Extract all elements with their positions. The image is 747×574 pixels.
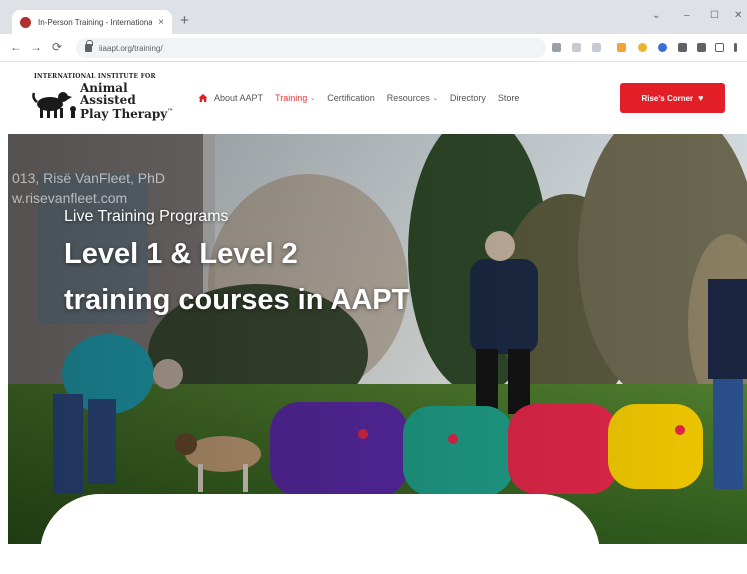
- nav-label: Directory: [449, 93, 486, 103]
- nav-item-resources[interactable]: Resources ⌄: [387, 93, 438, 103]
- hero-eyebrow: Live Training Programs: [64, 208, 229, 225]
- photo-watermark: 013, Risë VanFleet, PhD: [12, 170, 166, 186]
- url-text[interactable]: iiaapt.org/training/: [99, 44, 163, 53]
- browser-tab[interactable]: In-Person Training - International Insti…: [12, 10, 172, 34]
- close-window-button[interactable]: ✕: [734, 10, 742, 21]
- side-panel-icon[interactable]: [715, 43, 724, 52]
- nav-item-training[interactable]: Training ⌄: [275, 93, 315, 103]
- cta-label: Rise's Corner: [641, 93, 694, 103]
- rises-corner-button[interactable]: Rise's Corner ♥: [620, 83, 725, 113]
- chevron-down-icon: ⌄: [310, 95, 316, 102]
- tab-close-icon[interactable]: ×: [158, 17, 164, 28]
- site-logo[interactable]: INTERNATIONAL INSTITUTE FOR Animal Assis…: [28, 70, 188, 126]
- browser-toolbar: ← → ⟳ iiaapt.org/training/: [0, 34, 747, 62]
- extension-icon[interactable]: [638, 43, 647, 52]
- extensions-puzzle-icon[interactable]: [697, 43, 706, 52]
- nav-item-certification[interactable]: Certification: [327, 93, 375, 103]
- new-tab-button[interactable]: +: [180, 13, 189, 28]
- favicon-icon: [20, 16, 31, 28]
- tab-search-icon[interactable]: ⌄: [652, 10, 660, 21]
- key-icon[interactable]: [572, 43, 581, 52]
- nav-label: Certification: [327, 93, 375, 103]
- photo-watermark: w.risevanfleet.com: [12, 190, 128, 206]
- heart-icon: ♥: [698, 93, 704, 103]
- logo-text-assisted: Assisted: [80, 93, 136, 107]
- reload-button[interactable]: ⟳: [52, 40, 62, 54]
- nav-label: Training: [275, 93, 308, 103]
- browser-tabstrip: In-Person Training - International Insti…: [0, 0, 747, 34]
- tab-title: In-Person Training - International Insti…: [38, 17, 153, 27]
- nav-item-store[interactable]: Store: [498, 93, 520, 103]
- logo-text-play-therapy: Play Therapy™: [80, 107, 174, 121]
- minimize-button[interactable]: –: [684, 10, 690, 21]
- dog-logo-icon: [32, 92, 76, 118]
- address-bar[interactable]: iiaapt.org/training/: [76, 38, 546, 58]
- share-icon[interactable]: [552, 43, 561, 52]
- extension-icon[interactable]: [658, 43, 667, 52]
- nav-label: About AAPT: [214, 93, 264, 103]
- hero-title: Level 1 & Level 2: [64, 238, 298, 270]
- home-icon: [198, 94, 208, 102]
- extension-icon[interactable]: [617, 43, 626, 52]
- forward-button[interactable]: →: [30, 40, 42, 54]
- extension-icon[interactable]: [678, 43, 687, 52]
- nav-label: Resources: [386, 93, 430, 103]
- chevron-down-icon: ⌄: [432, 95, 438, 102]
- nav-item-about[interactable]: About AAPT: [198, 93, 263, 103]
- bookmark-star-icon[interactable]: [592, 43, 601, 52]
- more-menu-icon[interactable]: [734, 43, 737, 52]
- nav-item-directory[interactable]: Directory: [450, 93, 486, 103]
- logo-org-text: INTERNATIONAL INSTITUTE FOR: [34, 73, 156, 80]
- site-header: INTERNATIONAL INSTITUTE FOR Animal Assis…: [0, 62, 747, 134]
- hero-title: training courses in AAPT: [64, 284, 410, 316]
- back-button[interactable]: ←: [10, 40, 22, 54]
- main-nav: About AAPT Training ⌄ Certification Reso…: [198, 88, 531, 108]
- nav-label: Store: [497, 93, 520, 103]
- content-card-edge: [40, 494, 600, 574]
- hero-banner: 013, Risë VanFleet, PhD w.risevanfleet.c…: [8, 134, 747, 544]
- lock-icon[interactable]: [85, 40, 93, 52]
- maximize-button[interactable]: ☐: [710, 10, 719, 21]
